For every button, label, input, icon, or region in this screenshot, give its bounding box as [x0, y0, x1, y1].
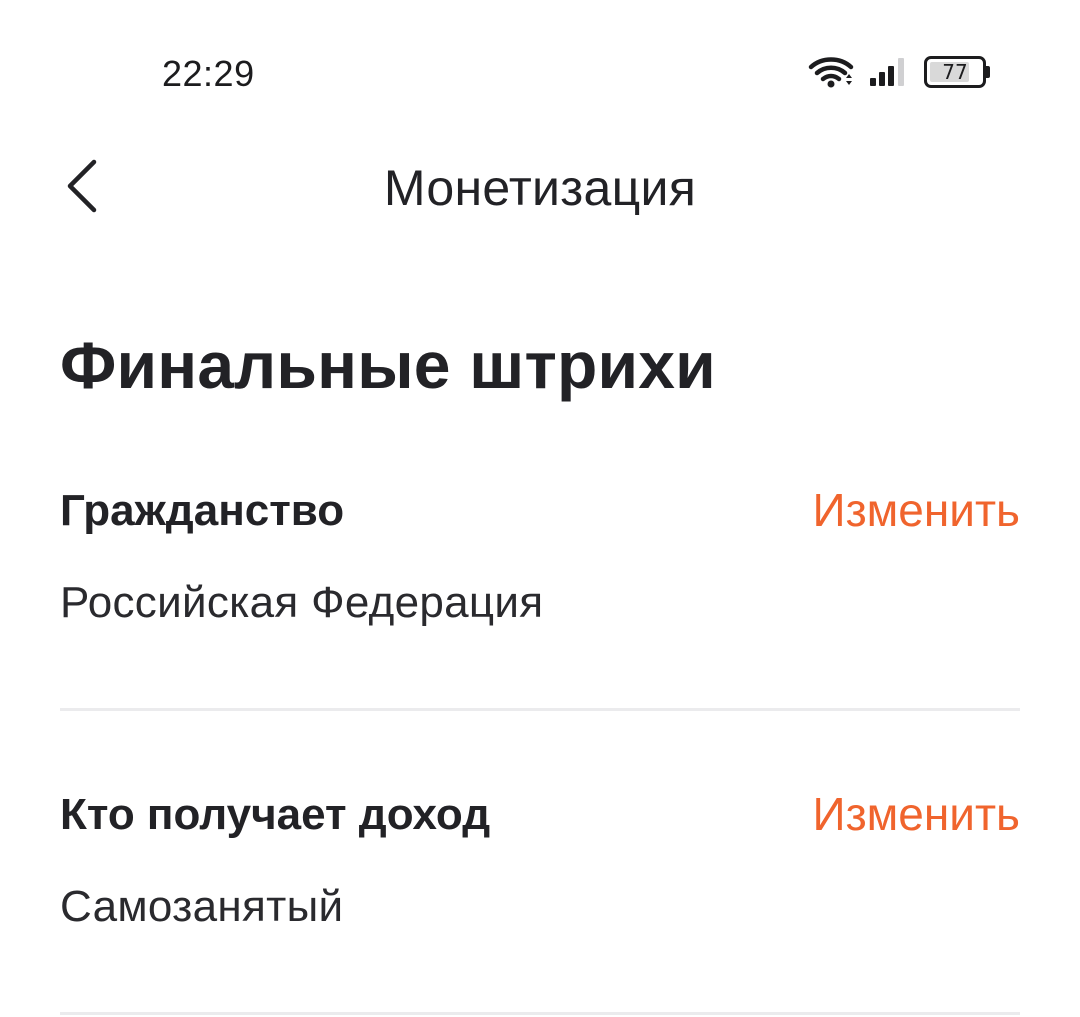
status-time: 22:29 [162, 53, 255, 94]
change-citizenship-button[interactable]: Изменить [813, 482, 1021, 538]
page-title: Финальные штрихи [60, 328, 716, 402]
section-value: Самозанятый [60, 882, 344, 931]
divider [60, 708, 1020, 711]
citizenship-section: Гражданство Изменить Российская Федераци… [60, 478, 1020, 711]
status-icons: 77 [808, 54, 990, 90]
section-label: Кто получает доход [60, 790, 491, 839]
divider [60, 1012, 1020, 1015]
section-head: Кто получает доход Изменить [60, 782, 1020, 846]
wifi-icon [808, 56, 854, 88]
status-bar: 22:29 77 [0, 0, 1080, 146]
section-value: Российская Федерация [60, 578, 544, 627]
battery-icon: 77 [924, 56, 990, 88]
section-label: Гражданство [60, 486, 345, 535]
nav-title: Монетизация [383, 160, 697, 216]
battery-level: 77 [942, 60, 968, 84]
section-head: Гражданство Изменить [60, 478, 1020, 542]
nav-header: Монетизация [0, 146, 1080, 230]
change-income-recipient-button[interactable]: Изменить [813, 786, 1021, 842]
signal-icon [868, 56, 910, 88]
income-recipient-section: Кто получает доход Изменить Самозанятый [60, 782, 1020, 1015]
